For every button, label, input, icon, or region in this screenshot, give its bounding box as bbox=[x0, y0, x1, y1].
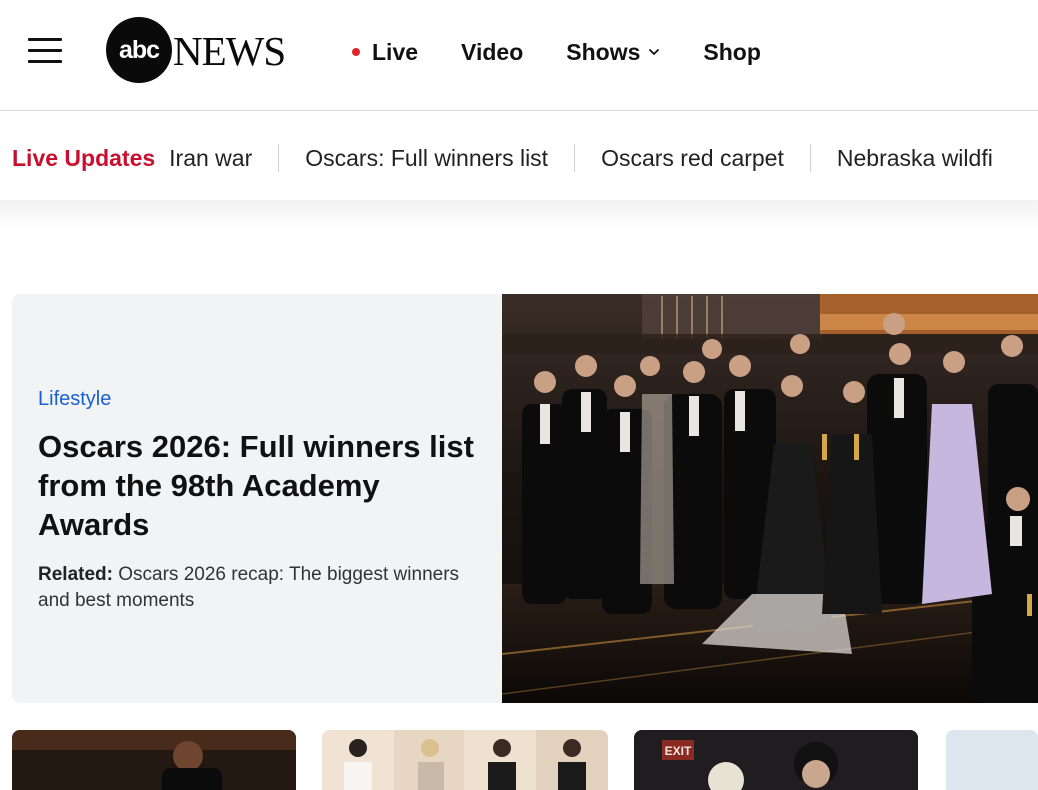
nav-video-label: Video bbox=[461, 38, 524, 65]
ticker-divider bbox=[574, 144, 576, 172]
story-card-3[interactable]: EXIT bbox=[634, 730, 918, 790]
story-card-2[interactable] bbox=[322, 730, 608, 790]
nav-shows-label: Shows bbox=[566, 38, 641, 65]
logo-mark: abc bbox=[106, 17, 172, 83]
nav-shop-label: Shop bbox=[703, 38, 761, 65]
ticker-item-oscars-winners[interactable]: Oscars: Full winners list bbox=[305, 145, 548, 172]
story-card-3-photo: EXIT bbox=[634, 730, 918, 790]
nav-shows-dropdown[interactable]: Shows bbox=[566, 39, 660, 66]
hamburger-menu-icon[interactable] bbox=[28, 38, 62, 64]
live-dot-icon bbox=[352, 48, 360, 56]
nav-live-link[interactable]: Live bbox=[352, 39, 418, 66]
related-story-link[interactable]: Related: Oscars 2026 recap: The biggest … bbox=[38, 562, 478, 614]
ticker-item-nebraska-wildfire[interactable]: Nebraska wildfi bbox=[837, 145, 993, 172]
hero-headline[interactable]: Oscars 2026: Full winners list from the … bbox=[38, 427, 478, 544]
main-nav-links: Live Video Shows Shop bbox=[352, 36, 804, 68]
story-card-1[interactable] bbox=[12, 730, 296, 790]
ticker-item-oscars-red-carpet[interactable]: Oscars red carpet bbox=[601, 145, 784, 172]
hero-story-card[interactable]: Lifestyle Oscars 2026: Full winners list… bbox=[12, 294, 1038, 703]
exit-sign-text: EXIT bbox=[665, 744, 692, 758]
nav-video-link[interactable]: Video bbox=[461, 39, 523, 66]
ticker-divider bbox=[278, 144, 280, 172]
story-category[interactable]: Lifestyle bbox=[38, 388, 478, 411]
ticker-item-iran-war[interactable]: Iran war bbox=[169, 145, 252, 172]
story-card-4[interactable] bbox=[946, 730, 1038, 790]
nav-live-label: Live bbox=[372, 38, 419, 65]
story-card-4-photo bbox=[946, 730, 1038, 790]
story-card-2-photo bbox=[322, 730, 608, 790]
hero-text-block: Lifestyle Oscars 2026: Full winners list… bbox=[38, 388, 478, 614]
oscars-stage-photo bbox=[502, 294, 1038, 703]
related-prefix: Related: bbox=[38, 564, 113, 585]
chevron-down-icon bbox=[649, 48, 660, 56]
top-navigation: abc NEWS Live Video Shows Shop bbox=[0, 0, 1038, 111]
ticker-shadow bbox=[0, 200, 1038, 230]
abc-news-logo[interactable]: abc NEWS bbox=[106, 17, 306, 83]
nav-shop-link[interactable]: Shop bbox=[703, 39, 761, 66]
story-card-1-photo bbox=[12, 730, 296, 790]
ticker-divider bbox=[809, 144, 811, 172]
live-updates-ticker: Live Updates Iran war Oscars: Full winne… bbox=[0, 112, 1038, 204]
logo-wordmark: NEWS bbox=[173, 28, 286, 74]
live-updates-label[interactable]: Live Updates bbox=[12, 145, 155, 172]
hero-photo-oscars-stage[interactable] bbox=[502, 294, 1038, 703]
